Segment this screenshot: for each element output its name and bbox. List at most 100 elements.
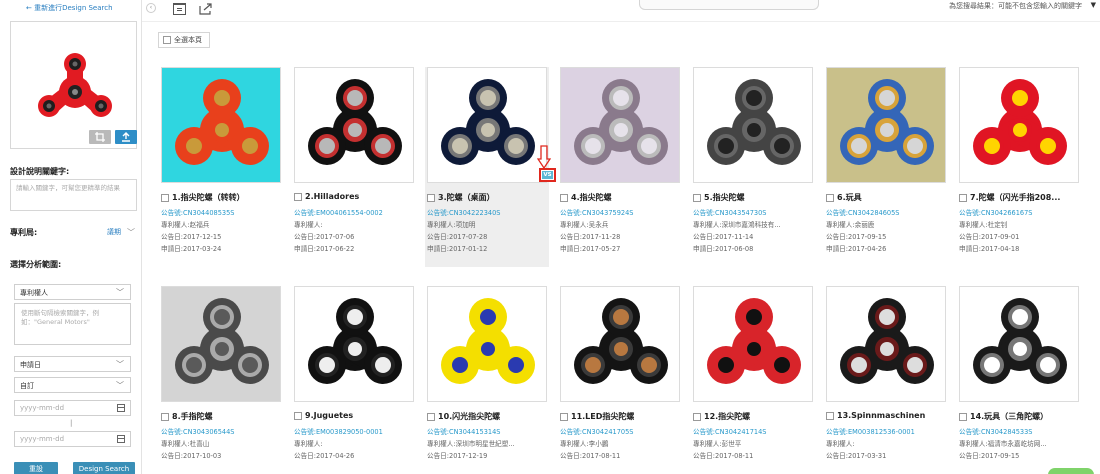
result-title-row[interactable]: 9.Juguetes xyxy=(294,411,416,420)
result-card[interactable]: 1.指尖陀螺（转转） 公告號:CN304408535S 專利權人:赵福兵 公告日:20… xyxy=(159,67,283,267)
result-title-row[interactable]: 10.闪光指尖陀螺 xyxy=(427,411,549,422)
date-mode-select[interactable]: 自訂 ﹀ xyxy=(14,377,131,393)
result-title-row[interactable]: 12.指尖陀螺 xyxy=(693,411,815,422)
result-card[interactable]: 2.Hilladores 公告號:EM004061554-0002 專利權人: 公告日… xyxy=(292,67,416,267)
result-thumbnail[interactable] xyxy=(427,286,547,402)
result-title[interactable]: 1.指尖陀螺（转转） xyxy=(172,192,245,203)
result-title-row[interactable]: 1.指尖陀螺（转转） xyxy=(161,192,283,203)
floating-button[interactable] xyxy=(1048,468,1094,474)
result-checkbox[interactable] xyxy=(427,412,435,421)
result-checkbox[interactable] xyxy=(693,193,701,202)
result-title[interactable]: 2.Hilladores xyxy=(305,192,359,201)
publication-number[interactable]: 公告號:EM003829050-0001 xyxy=(294,426,416,436)
result-title-row[interactable]: 3.陀螺（桌面） xyxy=(427,192,549,203)
crop-button[interactable] xyxy=(89,130,111,144)
result-title[interactable]: 6.玩具 xyxy=(837,192,862,203)
result-checkbox[interactable] xyxy=(693,412,701,421)
publication-number[interactable]: 公告號:CN304241714S xyxy=(693,426,815,436)
result-title-row[interactable]: 4.指尖陀螺 xyxy=(560,192,682,203)
user-menu[interactable]: ▼ xyxy=(1091,1,1096,9)
result-thumbnail[interactable] xyxy=(294,67,414,183)
list-view-icon[interactable] xyxy=(173,3,186,15)
result-thumbnail[interactable] xyxy=(161,67,281,183)
result-thumbnail[interactable] xyxy=(826,67,946,183)
result-checkbox[interactable] xyxy=(826,411,834,420)
publication-number[interactable]: 公告號:CN304306544S xyxy=(161,426,283,436)
result-title-row[interactable]: 2.Hilladores xyxy=(294,192,416,201)
result-card[interactable]: 4.指尖陀螺 公告號:CN304375924S 專利權人:吴永兵 公告日:2017-1… xyxy=(558,67,682,267)
field-select[interactable]: 專利權人 ﹀ xyxy=(14,284,131,300)
result-title-row[interactable]: 7.陀螺（闪光手指208... xyxy=(959,192,1081,203)
result-card[interactable]: 8.手指陀螺 公告號:CN304306544S 專利權人:杜喜山 公告日:2017-1… xyxy=(159,286,283,474)
result-checkbox[interactable] xyxy=(826,193,834,202)
result-thumbnail[interactable] xyxy=(560,67,680,183)
result-thumbnail[interactable] xyxy=(560,286,680,402)
publication-number[interactable]: 公告號:CN304222340S xyxy=(427,207,549,217)
result-thumbnail[interactable] xyxy=(959,286,1079,402)
back-to-design-search-link[interactable]: ← 重新進行Design Search xyxy=(26,4,113,12)
publication-number[interactable]: 公告號:EM003812536-0001 xyxy=(826,426,948,436)
top-search-bar[interactable] xyxy=(639,0,819,10)
result-title[interactable]: 10.闪光指尖陀螺 xyxy=(438,411,500,422)
result-title-row[interactable]: 8.手指陀螺 xyxy=(161,411,283,422)
result-card[interactable]: 11.LED指尖陀螺 公告號:CN304241705S 專利權人:李小鵬 公告日:20… xyxy=(558,286,682,474)
patent-office-value[interactable]: 議期 xyxy=(107,227,121,237)
publication-number[interactable]: 公告號:EM004061554-0002 xyxy=(294,207,416,217)
publication-number[interactable]: 公告號:CN304266167S xyxy=(959,207,1081,217)
calendar-icon[interactable] xyxy=(117,435,125,443)
result-title[interactable]: 7.陀螺（闪光手指208... xyxy=(970,192,1060,203)
select-all-checkbox[interactable] xyxy=(163,36,171,44)
result-title[interactable]: 13.Spinnmaschinen xyxy=(837,411,925,420)
collapse-sidebar-button[interactable]: ‹ xyxy=(146,3,156,13)
publication-number[interactable]: 公告號:CN304284533S xyxy=(959,426,1081,436)
result-title[interactable]: 12.指尖陀螺 xyxy=(704,411,750,422)
result-thumbnail[interactable] xyxy=(826,286,946,402)
result-title[interactable]: 3.陀螺（桌面） xyxy=(438,192,495,203)
date-to-input[interactable]: yyyy-mm-dd xyxy=(14,431,131,447)
publication-number[interactable]: 公告號:CN304408535S xyxy=(161,207,283,217)
publication-number[interactable]: 公告號:CN304415314S xyxy=(427,426,549,436)
date-from-input[interactable]: yyyy-mm-dd xyxy=(14,400,131,416)
result-title[interactable]: 9.Juguetes xyxy=(305,411,353,420)
result-card[interactable]: 9.Juguetes 公告號:EM003829050-0001 專利權人: 公告日:2… xyxy=(292,286,416,474)
result-thumbnail[interactable] xyxy=(294,286,414,402)
result-checkbox[interactable] xyxy=(560,412,568,421)
result-title-row[interactable]: 13.Spinnmaschinen xyxy=(826,411,948,420)
result-title-row[interactable]: 6.玩具 xyxy=(826,192,948,203)
result-thumbnail[interactable] xyxy=(427,67,547,183)
result-thumbnail[interactable] xyxy=(959,67,1079,183)
result-card[interactable]: 14.玩具（三角陀螺） 公告號:CN304284533S 專利權人:福清市永嘉屹坊网… xyxy=(957,286,1081,474)
result-title[interactable]: 5.指尖陀螺 xyxy=(704,192,745,203)
design-search-button[interactable]: Design Search xyxy=(73,462,135,474)
result-title[interactable]: 8.手指陀螺 xyxy=(172,411,213,422)
result-checkbox[interactable] xyxy=(161,193,169,202)
result-checkbox[interactable] xyxy=(959,193,967,202)
result-thumbnail[interactable] xyxy=(693,67,813,183)
result-title-row[interactable]: 14.玩具（三角陀螺） xyxy=(959,411,1081,422)
holder-query-textarea[interactable]: 使用斷句隔檢索關鍵字，例如："General Motors" xyxy=(14,303,131,345)
result-checkbox[interactable] xyxy=(161,412,169,421)
keywords-textarea[interactable]: 請輸入關鍵字，可幫您更精準的結果 xyxy=(10,179,137,211)
upload-button[interactable] xyxy=(115,130,137,144)
result-title-row[interactable]: 11.LED指尖陀螺 xyxy=(560,411,682,422)
result-title-row[interactable]: 5.指尖陀螺 xyxy=(693,192,815,203)
result-card[interactable]: 13.Spinnmaschinen 公告號:EM003812536-0001 專利權… xyxy=(824,286,948,474)
result-checkbox[interactable] xyxy=(294,411,302,420)
calendar-icon[interactable] xyxy=(117,404,125,412)
result-thumbnail[interactable] xyxy=(693,286,813,402)
publication-number[interactable]: 公告號:CN304354730S xyxy=(693,207,815,217)
publication-number[interactable]: 公告號:CN304375924S xyxy=(560,207,682,217)
publication-number[interactable]: 公告號:CN304284605S xyxy=(826,207,948,217)
patent-office-row[interactable]: 專利局: 議期 ﹀ xyxy=(10,227,137,239)
compare-vs-button[interactable]: VS xyxy=(539,168,556,182)
result-thumbnail[interactable] xyxy=(161,286,281,402)
publication-number[interactable]: 公告號:CN304241705S xyxy=(560,426,682,436)
select-all-page[interactable]: 全選本頁 xyxy=(158,32,210,48)
result-card[interactable]: 5.指尖陀螺 公告號:CN304354730S 專利權人:深圳市嘉鴻科技有... 公告… xyxy=(691,67,815,267)
result-title[interactable]: 4.指尖陀螺 xyxy=(571,192,612,203)
result-checkbox[interactable] xyxy=(560,193,568,202)
result-card[interactable]: 6.玩具 公告號:CN304284605S 專利權人:余丽鹿 公告日:2017-09-… xyxy=(824,67,948,267)
result-title[interactable]: 14.玩具（三角陀螺） xyxy=(970,411,1048,422)
result-card[interactable]: VS 3.陀螺（桌面） 公告號:CN304222340S 專利權人:项加明 公告日:20… xyxy=(425,67,556,267)
date-type-select[interactable]: 申請日 ﹀ xyxy=(14,356,131,372)
